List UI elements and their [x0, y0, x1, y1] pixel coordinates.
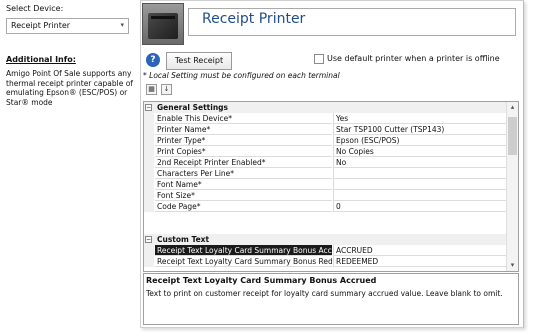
property-name: Receipt Text Loyalty Card Summary Bonus …: [155, 245, 332, 256]
device-select[interactable]: Receipt Printer ▾: [6, 18, 129, 34]
default-printer-checkbox[interactable]: [314, 54, 324, 64]
property-grid[interactable]: − General Settings Enable This Device* Y…: [143, 101, 519, 272]
collapse-icon[interactable]: −: [145, 104, 152, 111]
property-name: Printer Name*: [155, 124, 332, 135]
collapse-icon[interactable]: −: [145, 236, 152, 243]
section-title: General Settings: [157, 103, 229, 112]
property-value[interactable]: [333, 190, 508, 201]
scroll-down-icon[interactable]: ▾: [507, 260, 518, 271]
property-value[interactable]: REDEEMED: [333, 256, 508, 267]
property-name: Font Size*: [155, 190, 332, 201]
property-name: Characters Per Line*: [155, 168, 332, 179]
description-title: Receipt Text Loyalty Card Summary Bonus …: [146, 276, 377, 285]
property-row[interactable]: Printer Type* Epson (ESC/POS): [144, 135, 508, 146]
property-value[interactable]: Epson (ESC/POS): [333, 135, 508, 146]
additional-info-text: Amigo Point Of Sale supports any thermal…: [6, 69, 133, 107]
property-row[interactable]: Font Size*: [144, 190, 508, 201]
property-row[interactable]: Printer Name* Star TSP100 Cutter (TSP143…: [144, 124, 508, 135]
select-device-label: Select Device:: [6, 4, 64, 13]
section-general-settings[interactable]: − General Settings: [144, 102, 508, 113]
property-value[interactable]: No: [333, 157, 508, 168]
categorized-view-icon[interactable]: ▦: [146, 84, 157, 95]
grid-scrollbar[interactable]: ▴ ▾: [506, 102, 518, 271]
property-row[interactable]: Font Name*: [144, 179, 508, 190]
page-title: Receipt Printer: [202, 11, 306, 27]
property-name: Font Name*: [155, 179, 332, 190]
sort-alphabetical-icon[interactable]: ↓: [161, 84, 172, 95]
additional-info-title: Additional Info:: [6, 55, 76, 64]
property-name: Receipt Text Loyalty Card Summary Bonus …: [155, 256, 332, 267]
printer-icon: [142, 3, 184, 45]
description-text: Text to print on customer receipt for lo…: [146, 289, 503, 298]
property-name: Enable This Device*: [155, 113, 332, 124]
property-value[interactable]: No Copies: [333, 146, 508, 157]
local-setting-note: * Local Setting must be configured on ea…: [143, 71, 340, 80]
scroll-up-icon[interactable]: ▴: [507, 102, 518, 113]
scroll-thumb[interactable]: [508, 117, 517, 155]
property-name: Print Copies*: [155, 146, 332, 157]
section-custom-text[interactable]: − Custom Text: [144, 234, 508, 245]
section-title: Custom Text: [157, 235, 210, 244]
property-value[interactable]: [333, 179, 508, 190]
default-printer-label: Use default printer when a printer is of…: [327, 54, 500, 63]
property-value[interactable]: [333, 168, 508, 179]
test-receipt-button[interactable]: Test Receipt: [166, 52, 232, 70]
property-row-selected[interactable]: Receipt Text Loyalty Card Summary Bonus …: [144, 245, 508, 256]
property-value[interactable]: Yes: [333, 113, 508, 124]
chevron-down-icon[interactable]: ▾: [120, 21, 124, 29]
property-row[interactable]: Characters Per Line*: [144, 168, 508, 179]
property-name: Printer Type*: [155, 135, 332, 146]
property-name: Code Page*: [155, 201, 332, 212]
property-value[interactable]: Star TSP100 Cutter (TSP143): [333, 124, 508, 135]
property-row[interactable]: Code Page* 0: [144, 201, 508, 212]
property-row[interactable]: Enable This Device* Yes: [144, 113, 508, 124]
help-icon[interactable]: ?: [146, 53, 160, 67]
property-row[interactable]: Receipt Text Loyalty Card Summary Bonus …: [144, 256, 508, 267]
property-name: 2nd Receipt Printer Enabled*: [155, 157, 332, 168]
property-row[interactable]: 2nd Receipt Printer Enabled* No: [144, 157, 508, 168]
property-row[interactable]: Print Copies* No Copies: [144, 146, 508, 157]
property-value[interactable]: ACCRUED: [333, 245, 508, 256]
device-select-value: Receipt Printer: [11, 21, 71, 30]
property-value[interactable]: 0: [333, 201, 508, 212]
